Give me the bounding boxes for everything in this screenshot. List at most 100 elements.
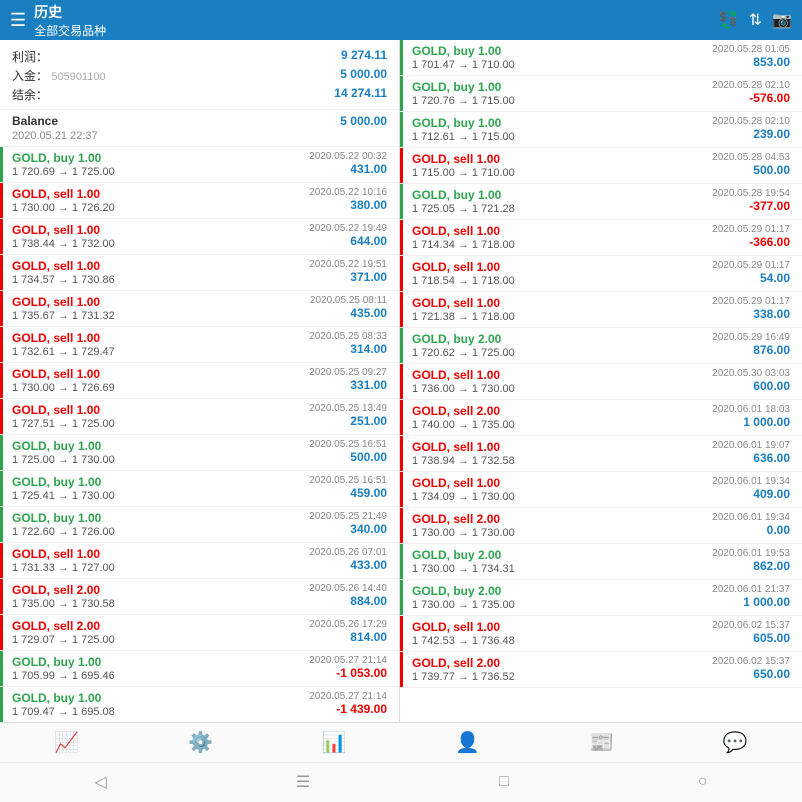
- trade-date: 2020.06.01 19:34: [712, 512, 790, 523]
- trade-item[interactable]: GOLD, sell 1.00 1 715.00 → 1 710.00 2020…: [400, 148, 802, 184]
- trade-item[interactable]: GOLD, sell 1.00 1 736.00 → 1 730.00 2020…: [400, 364, 802, 400]
- trade-right: 2020.06.01 19:34 409.00: [712, 476, 790, 501]
- trade-item[interactable]: GOLD, sell 1.00 1 718.54 → 1 718.00 2020…: [400, 256, 802, 292]
- trade-date: 2020.05.22 10:16: [309, 187, 387, 198]
- trade-item[interactable]: GOLD, sell 2.00 1 739.77 → 1 736.52 2020…: [400, 652, 802, 688]
- trade-item[interactable]: GOLD, sell 1.00 1 735.67 → 1 731.32 2020…: [0, 291, 399, 327]
- trade-price: 1 705.99 → 1 695.46: [12, 670, 115, 682]
- trade-item[interactable]: GOLD, sell 1.00 1 727.51 → 1 725.00 2020…: [0, 399, 399, 435]
- trade-profit: 54.00: [760, 271, 790, 285]
- header: ☰ 历史 全部交易品种 💱 ⇅ 📷: [0, 0, 802, 40]
- trade-item[interactable]: GOLD, sell 1.00 1 731.33 → 1 727.00 2020…: [0, 543, 399, 579]
- trade-item[interactable]: GOLD, buy 1.00 1 725.41 → 1 730.00 2020.…: [0, 471, 399, 507]
- square-nav-icon[interactable]: □: [499, 773, 509, 791]
- trade-item[interactable]: GOLD, buy 1.00 1 725.05 → 1 721.28 2020.…: [400, 184, 802, 220]
- trade-date: 2020.05.22 19:49: [309, 223, 387, 234]
- trade-type-label: GOLD, sell 1.00: [12, 223, 115, 237]
- trade-item[interactable]: GOLD, buy 1.00 1 709.47 → 1 695.08 2020.…: [0, 687, 399, 722]
- header-icons: 💱 ⇅ 📷: [719, 10, 792, 30]
- trade-item[interactable]: GOLD, buy 1.00 1 720.76 → 1 715.00 2020.…: [400, 76, 802, 112]
- trade-item[interactable]: GOLD, buy 1.00 1 712.61 → 1 715.00 2020.…: [400, 112, 802, 148]
- trade-item[interactable]: GOLD, buy 1.00 1 720.69 → 1 725.00 2020.…: [0, 147, 399, 183]
- trade-profit: 644.00: [350, 234, 387, 248]
- account-icon[interactable]: 👤: [455, 730, 480, 755]
- trade-item[interactable]: GOLD, buy 2.00 1 720.62 → 1 725.00 2020.…: [400, 328, 802, 364]
- trade-profit: 650.00: [753, 667, 790, 681]
- trade-direction: GOLD, buy 1.00: [12, 439, 101, 453]
- trade-item[interactable]: GOLD, sell 2.00 1 729.07 → 1 725.00 2020…: [0, 615, 399, 651]
- trade-date: 2020.05.29 01:17: [712, 296, 790, 307]
- trade-item[interactable]: GOLD, sell 1.00 1 730.00 → 1 726.20 2020…: [0, 183, 399, 219]
- sort-icon[interactable]: ⇅: [749, 10, 762, 30]
- menu-icon[interactable]: ☰: [10, 10, 26, 31]
- balance-label: Balance: [12, 114, 58, 128]
- camera-icon[interactable]: 📷: [772, 10, 792, 30]
- trade-item[interactable]: GOLD, buy 1.00 1 722.60 → 1 726.00 2020.…: [0, 507, 399, 543]
- trade-direction: GOLD, buy 2.00: [412, 332, 501, 346]
- trade-right: 2020.06.01 19:53 862.00: [712, 548, 790, 573]
- trade-type-label: GOLD, sell 1.00: [412, 152, 515, 166]
- settings-icon[interactable]: ⚙️: [188, 730, 213, 755]
- trade-item[interactable]: GOLD, buy 2.00 1 730.00 → 1 734.31 2020.…: [400, 544, 802, 580]
- trade-left: GOLD, sell 1.00 1 721.38 → 1 718.00: [412, 296, 515, 323]
- trade-item[interactable]: GOLD, buy 2.00 1 730.00 → 1 735.00 2020.…: [400, 580, 802, 616]
- trade-date: 2020.05.28 19:54: [712, 188, 790, 199]
- trade-type-label: GOLD, sell 1.00: [12, 295, 115, 309]
- trend-icon[interactable]: 📊: [322, 730, 347, 755]
- trade-left: GOLD, buy 2.00 1 720.62 → 1 725.00: [412, 332, 515, 359]
- trade-item[interactable]: GOLD, sell 1.00 1 734.09 → 1 730.00 2020…: [400, 472, 802, 508]
- trade-item[interactable]: GOLD, sell 1.00 1 738.94 → 1 732.58 2020…: [400, 436, 802, 472]
- trade-item[interactable]: GOLD, sell 2.00 1 740.00 → 1 735.00 2020…: [400, 400, 802, 436]
- trade-left: GOLD, sell 1.00 1 732.61 → 1 729.47: [12, 331, 115, 358]
- trade-right: 2020.05.29 01:17 54.00: [712, 260, 790, 285]
- trade-right: 2020.05.22 00:32 431.00: [309, 151, 387, 176]
- trade-left: GOLD, sell 1.00 1 736.00 → 1 730.00: [412, 368, 515, 395]
- home-nav-icon[interactable]: ☰: [296, 772, 310, 792]
- trade-item[interactable]: GOLD, sell 2.00 1 735.00 → 1 730.58 2020…: [0, 579, 399, 615]
- trade-item[interactable]: GOLD, sell 1.00 1 714.34 → 1 718.00 2020…: [400, 220, 802, 256]
- trade-date: 2020.05.29 01:17: [712, 224, 790, 235]
- trade-item[interactable]: GOLD, sell 1.00 1 730.00 → 1 726.69 2020…: [0, 363, 399, 399]
- chart-icon[interactable]: 📈: [54, 730, 79, 755]
- trade-right: 2020.05.25 16:51 500.00: [309, 439, 387, 464]
- trade-item[interactable]: GOLD, sell 1.00 1 734.57 → 1 730.86 2020…: [0, 255, 399, 291]
- circle-nav-icon[interactable]: ○: [698, 773, 708, 791]
- trade-direction: GOLD, sell 1.00: [412, 224, 500, 238]
- trade-profit: 853.00: [753, 55, 790, 69]
- trade-item[interactable]: GOLD, sell 1.00 1 742.53 → 1 736.48 2020…: [400, 616, 802, 652]
- back-nav-icon[interactable]: ◁: [95, 772, 107, 792]
- balance-summary-value: 14 274.11: [334, 86, 387, 103]
- trade-left: GOLD, sell 1.00 1 738.44 → 1 732.00: [12, 223, 115, 250]
- trade-type-label: GOLD, sell 1.00: [412, 296, 515, 310]
- news-icon[interactable]: 📰: [589, 730, 614, 755]
- trade-right: 2020.05.26 14:40 884.00: [309, 583, 387, 608]
- trade-direction: GOLD, sell 1.00: [412, 476, 500, 490]
- trade-right: 2020.06.01 19:07 636.00: [712, 440, 790, 465]
- trade-price: 1 730.00 → 1 726.20: [12, 202, 115, 214]
- right-trade-list[interactable]: GOLD, buy 1.00 1 701.47 → 1 710.00 2020.…: [400, 40, 802, 722]
- trade-item[interactable]: GOLD, sell 1.00 1 732.61 → 1 729.47 2020…: [0, 327, 399, 363]
- trade-type-label: GOLD, buy 1.00: [12, 691, 115, 705]
- trade-item[interactable]: GOLD, sell 1.00 1 721.38 → 1 718.00 2020…: [400, 292, 802, 328]
- trade-item[interactable]: GOLD, sell 2.00 1 730.00 → 1 730.00 2020…: [400, 508, 802, 544]
- trade-type-label: GOLD, buy 1.00: [12, 511, 115, 525]
- left-trade-list[interactable]: GOLD, buy 1.00 1 720.69 → 1 725.00 2020.…: [0, 147, 399, 722]
- trade-left: GOLD, sell 2.00 1 735.00 → 1 730.58: [12, 583, 115, 610]
- trade-price: 1 721.38 → 1 718.00: [412, 311, 515, 323]
- chat-icon[interactable]: 💬: [723, 730, 748, 755]
- trade-item[interactable]: GOLD, buy 1.00 1 725.00 → 1 730.00 2020.…: [0, 435, 399, 471]
- trade-left: GOLD, buy 1.00 1 725.00 → 1 730.00: [12, 439, 115, 466]
- trade-right: 2020.05.26 17:29 814.00: [309, 619, 387, 644]
- trade-right: 2020.05.27 21:14 -1 053.00: [309, 655, 387, 680]
- deposit-value: 5 000.00: [340, 67, 387, 84]
- trade-type-label: GOLD, sell 1.00: [12, 547, 115, 561]
- trade-type-label: GOLD, buy 1.00: [12, 151, 115, 165]
- trade-profit: -576.00: [749, 91, 790, 105]
- trade-item[interactable]: GOLD, sell 1.00 1 738.44 → 1 732.00 2020…: [0, 219, 399, 255]
- trade-item[interactable]: GOLD, buy 1.00 1 705.99 → 1 695.46 2020.…: [0, 651, 399, 687]
- trade-item[interactable]: GOLD, buy 1.00 1 701.47 → 1 710.00 2020.…: [400, 40, 802, 76]
- trade-price: 1 729.07 → 1 725.00: [12, 634, 115, 646]
- trade-left: GOLD, buy 1.00 1 722.60 → 1 726.00: [12, 511, 115, 538]
- trade-right: 2020.06.01 18:03 1 000.00: [712, 404, 790, 429]
- exchange-icon[interactable]: 💱: [719, 10, 739, 30]
